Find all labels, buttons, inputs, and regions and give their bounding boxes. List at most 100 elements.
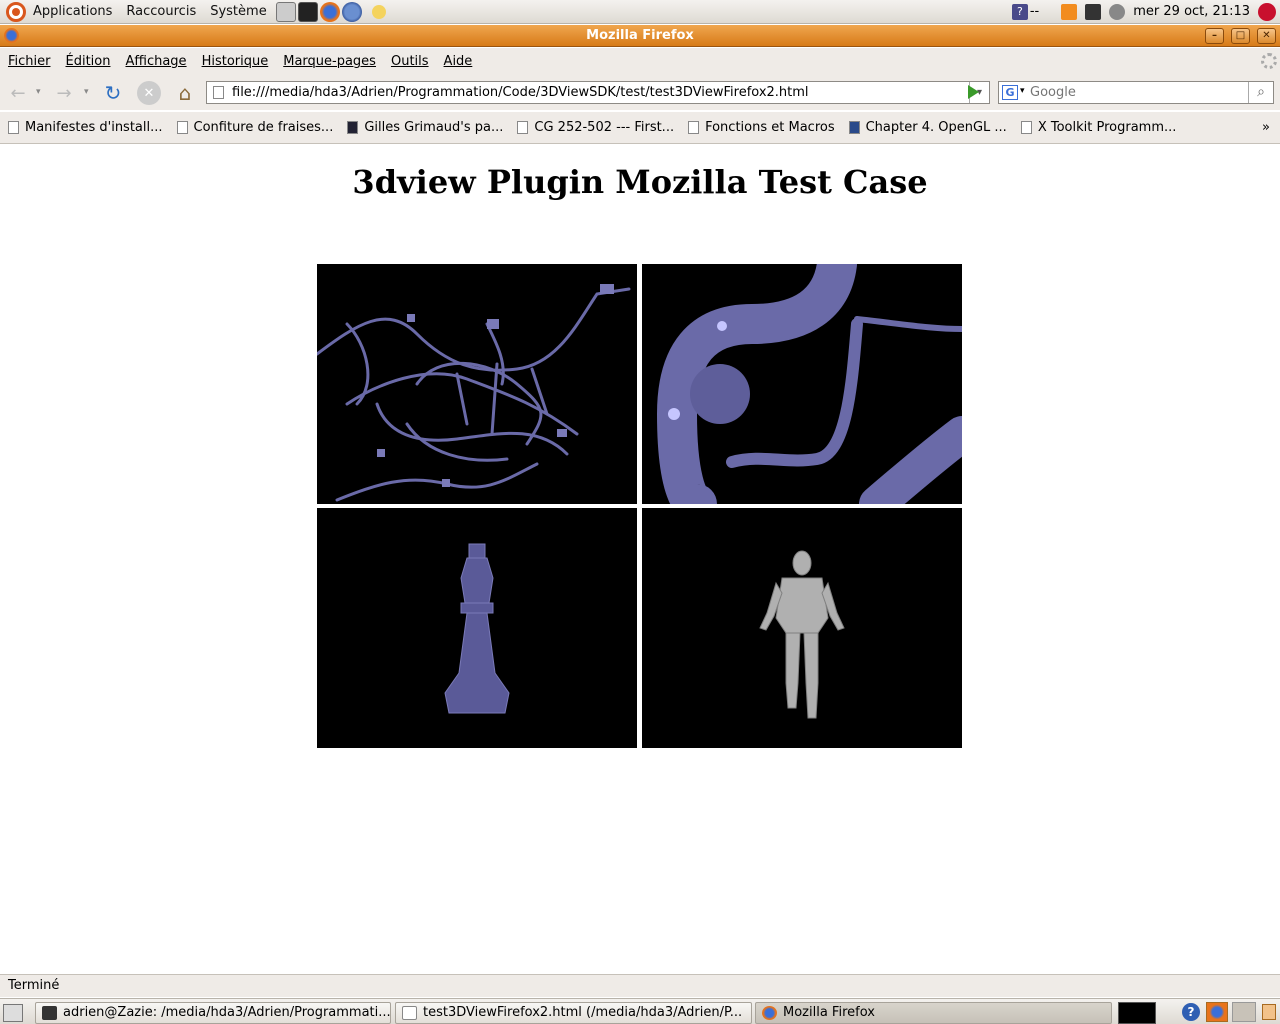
- firefox-window-icon[interactable]: [4, 28, 19, 43]
- taskbar-terminal[interactable]: adrien@Zazie: /media/hda3/Adrien/Program…: [35, 1002, 391, 1024]
- trash-icon[interactable]: [1262, 1004, 1276, 1020]
- menu-bar: Fichier Édition Affichage Historique Mar…: [0, 48, 1280, 75]
- bookmarks-toolbar: Manifestes d'install... Confiture de fra…: [0, 112, 1280, 144]
- terminal-icon: [42, 1006, 57, 1020]
- firefox-launcher-icon[interactable]: [319, 1, 340, 22]
- search-bar: G ▾ ⌕: [998, 81, 1274, 104]
- minimize-button[interactable]: –: [1205, 28, 1224, 44]
- vessel-model-render: [656, 244, 980, 524]
- forward-button[interactable]: →: [52, 81, 76, 105]
- update-notifier-icon[interactable]: [1061, 3, 1078, 20]
- bookmark-item[interactable]: Chapter 4. OpenGL ...: [848, 120, 1007, 135]
- back-button[interactable]: ←: [6, 81, 30, 105]
- bookmark-item[interactable]: Manifestes d'install...: [8, 120, 163, 135]
- bookmark-label: X Toolkit Programm...: [1037, 120, 1177, 135]
- throbber-icon: [1261, 53, 1277, 69]
- menu-history[interactable]: Historique: [202, 54, 269, 69]
- window-title-bar[interactable]: Mozilla Firefox – □ ✕: [0, 25, 1280, 47]
- chess-king-model-render: [444, 543, 510, 714]
- show-desktop-icon[interactable]: [275, 1, 296, 22]
- bookmark-label: CG 252-502 --- First...: [534, 120, 675, 135]
- workspace-switcher[interactable]: [1232, 1002, 1256, 1022]
- search-input[interactable]: [1030, 84, 1245, 101]
- bookmark-item[interactable]: Fonctions et Macros: [688, 120, 835, 135]
- url-text[interactable]: file:///media/hda3/Adrien/Programmation/…: [232, 85, 809, 100]
- google-engine-icon[interactable]: G: [1002, 85, 1018, 100]
- indicator-text: --: [1029, 4, 1040, 19]
- page-icon: [8, 121, 19, 134]
- volume-icon[interactable]: [1109, 3, 1126, 20]
- bookmark-item[interactable]: X Toolkit Programm...: [1020, 120, 1177, 135]
- bookmark-item[interactable]: Confiture de fraises...: [176, 120, 334, 135]
- back-dropdown-icon[interactable]: ▾: [36, 87, 41, 97]
- 3d-viewport-humanoid[interactable]: [642, 508, 962, 748]
- chat-launcher-icon[interactable]: [371, 4, 386, 19]
- firefox-icon: [762, 1006, 777, 1020]
- help-icon[interactable]: ?: [1182, 1003, 1200, 1021]
- 3d-viewport-wiring[interactable]: [315, 264, 637, 504]
- site-favicon-icon: [848, 121, 860, 134]
- applications-menu[interactable]: Applications: [26, 0, 119, 24]
- forward-dropdown-icon[interactable]: ▾: [84, 87, 89, 97]
- stop-button[interactable]: ✕: [137, 81, 161, 105]
- humanoid-model-render: [759, 550, 845, 719]
- menu-edit[interactable]: Édition: [66, 54, 111, 69]
- network-icon[interactable]: [1085, 3, 1102, 20]
- taskbar-editor[interactable]: test3DViewFirefox2.html (/media/hda3/Adr…: [395, 1002, 752, 1024]
- menu-view[interactable]: Affichage: [125, 54, 186, 69]
- status-bar: Terminé: [0, 974, 1280, 997]
- page-content: 3dview Plugin Mozilla Test Case: [0, 145, 1280, 974]
- page-icon: [1020, 121, 1032, 134]
- wiring-model-render: [315, 284, 631, 502]
- bookmark-label: Confiture de fraises...: [193, 120, 334, 135]
- address-bar[interactable]: file:///media/hda3/Adrien/Programmation/…: [206, 81, 990, 104]
- maximize-button[interactable]: □: [1231, 28, 1250, 44]
- system-menu[interactable]: Système: [203, 0, 273, 24]
- bookmark-item[interactable]: Gilles Grimaud's pa...: [347, 120, 503, 135]
- shortcuts-menu[interactable]: Raccourcis: [119, 0, 203, 24]
- bottom-panel: adrien@Zazie: /media/hda3/Adrien/Program…: [0, 998, 1280, 1024]
- menu-bookmarks[interactable]: Marque-pages: [283, 54, 376, 69]
- menu-tools[interactable]: Outils: [391, 54, 429, 69]
- navigation-toolbar: ← ▾ → ▾ ↻ ✕ ⌂ file:///media/hda3/Adrien/…: [0, 75, 1280, 110]
- power-icon[interactable]: [1258, 2, 1276, 21]
- reload-button[interactable]: ↻: [101, 81, 125, 105]
- site-favicon-icon: [347, 121, 359, 134]
- window-title: Mozilla Firefox: [586, 28, 694, 43]
- system-tray: ? -- mer 29 oct, 21:13: [1011, 2, 1280, 21]
- close-button[interactable]: ✕: [1257, 28, 1276, 44]
- bookmark-label: Manifestes d'install...: [25, 120, 163, 135]
- bookmark-label: Gilles Grimaud's pa...: [364, 120, 504, 135]
- show-desktop-button[interactable]: [3, 1004, 23, 1022]
- thunderbird-launcher-icon[interactable]: [341, 1, 362, 22]
- task-label: Mozilla Firefox: [783, 1005, 875, 1020]
- task-label: adrien@Zazie: /media/hda3/Adrien/Program…: [63, 1005, 391, 1020]
- page-icon: [688, 121, 700, 134]
- bookmark-label: Chapter 4. OpenGL ...: [865, 120, 1007, 135]
- menu-help[interactable]: Aide: [444, 54, 473, 69]
- clock[interactable]: mer 29 oct, 21:13: [1133, 4, 1250, 19]
- top-panel: Applications Raccourcis Système ? -- mer…: [0, 0, 1280, 24]
- home-button[interactable]: ⌂: [173, 81, 197, 105]
- page-icon: [213, 86, 224, 99]
- terminal-launcher-icon[interactable]: [297, 1, 318, 22]
- page-title: 3dview Plugin Mozilla Test Case: [352, 163, 928, 201]
- firefox-tray-icon[interactable]: [1206, 1002, 1228, 1022]
- go-button[interactable]: [968, 85, 979, 99]
- bookmark-item[interactable]: CG 252-502 --- First...: [517, 120, 674, 135]
- ubuntu-logo-icon[interactable]: [6, 1, 26, 22]
- taskbar-firefox[interactable]: Mozilla Firefox: [755, 1002, 1112, 1024]
- engine-dropdown-icon[interactable]: ▾: [1020, 86, 1025, 96]
- help-indicator-icon[interactable]: ?: [1011, 3, 1028, 20]
- menu-file[interactable]: Fichier: [8, 54, 51, 69]
- bookmark-label: Fonctions et Macros: [705, 120, 835, 135]
- status-text: Terminé: [8, 978, 60, 993]
- 3d-viewport-vessel[interactable]: [642, 244, 980, 524]
- bookmarks-overflow-icon[interactable]: »: [1262, 120, 1270, 135]
- page-icon: [517, 121, 529, 134]
- task-label: test3DViewFirefox2.html (/media/hda3/Adr…: [423, 1005, 743, 1020]
- search-button[interactable]: ⌕: [1248, 82, 1273, 103]
- 3d-viewport-chess-king[interactable]: [317, 508, 637, 748]
- system-monitor-applet[interactable]: [1118, 1002, 1156, 1024]
- page-icon: [176, 121, 188, 134]
